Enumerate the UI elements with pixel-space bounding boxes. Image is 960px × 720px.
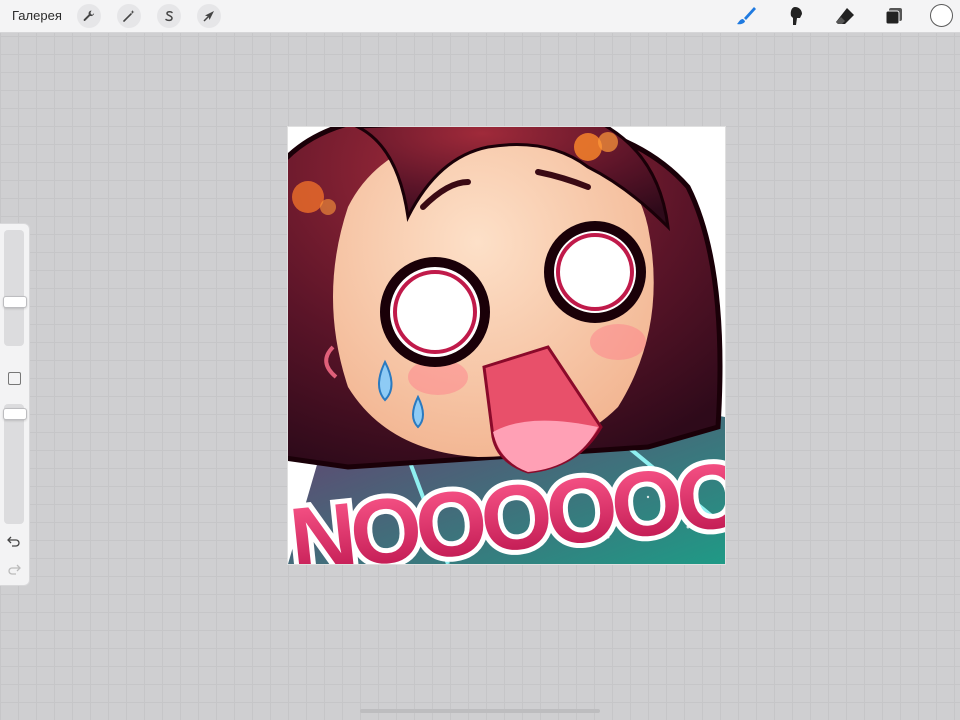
artwork-illustration: NOOOOOO: [288, 127, 725, 564]
eraser-icon: [836, 8, 854, 24]
magic-wand-icon: [123, 10, 135, 22]
actions-button[interactable]: [77, 4, 101, 28]
layers-icon: [885, 8, 902, 25]
brush-size-slider[interactable]: [3, 230, 27, 346]
selection-button[interactable]: [157, 4, 181, 28]
brush-icon: [737, 7, 756, 25]
opacity-thumb[interactable]: [3, 408, 27, 420]
selection-s-icon: [165, 11, 173, 22]
modifier-square-icon[interactable]: [8, 372, 21, 385]
smudge-tool[interactable]: [784, 4, 808, 28]
left-sidebar: [0, 223, 30, 586]
layers-tool[interactable]: [882, 4, 906, 28]
undo-icon: [7, 536, 20, 547]
redo-button[interactable]: [6, 562, 22, 576]
brush-size-thumb[interactable]: [3, 296, 27, 308]
transform-button[interactable]: [197, 4, 221, 28]
home-indicator: [360, 709, 600, 713]
brush-tool[interactable]: [734, 4, 758, 28]
top-toolbar: Галерея: [0, 0, 960, 33]
adjustments-button[interactable]: [117, 4, 141, 28]
transform-arrow-icon: [203, 11, 214, 22]
drawing-canvas[interactable]: NOOOOOO: [287, 126, 726, 565]
color-picker-button[interactable]: [930, 4, 953, 27]
opacity-slider[interactable]: [3, 404, 27, 524]
smudge-icon: [790, 7, 802, 25]
wrench-icon: [83, 10, 95, 21]
undo-button[interactable]: [6, 534, 22, 548]
redo-icon: [8, 564, 21, 575]
eraser-tool[interactable]: [833, 4, 857, 28]
gallery-button[interactable]: Галерея: [12, 8, 62, 23]
